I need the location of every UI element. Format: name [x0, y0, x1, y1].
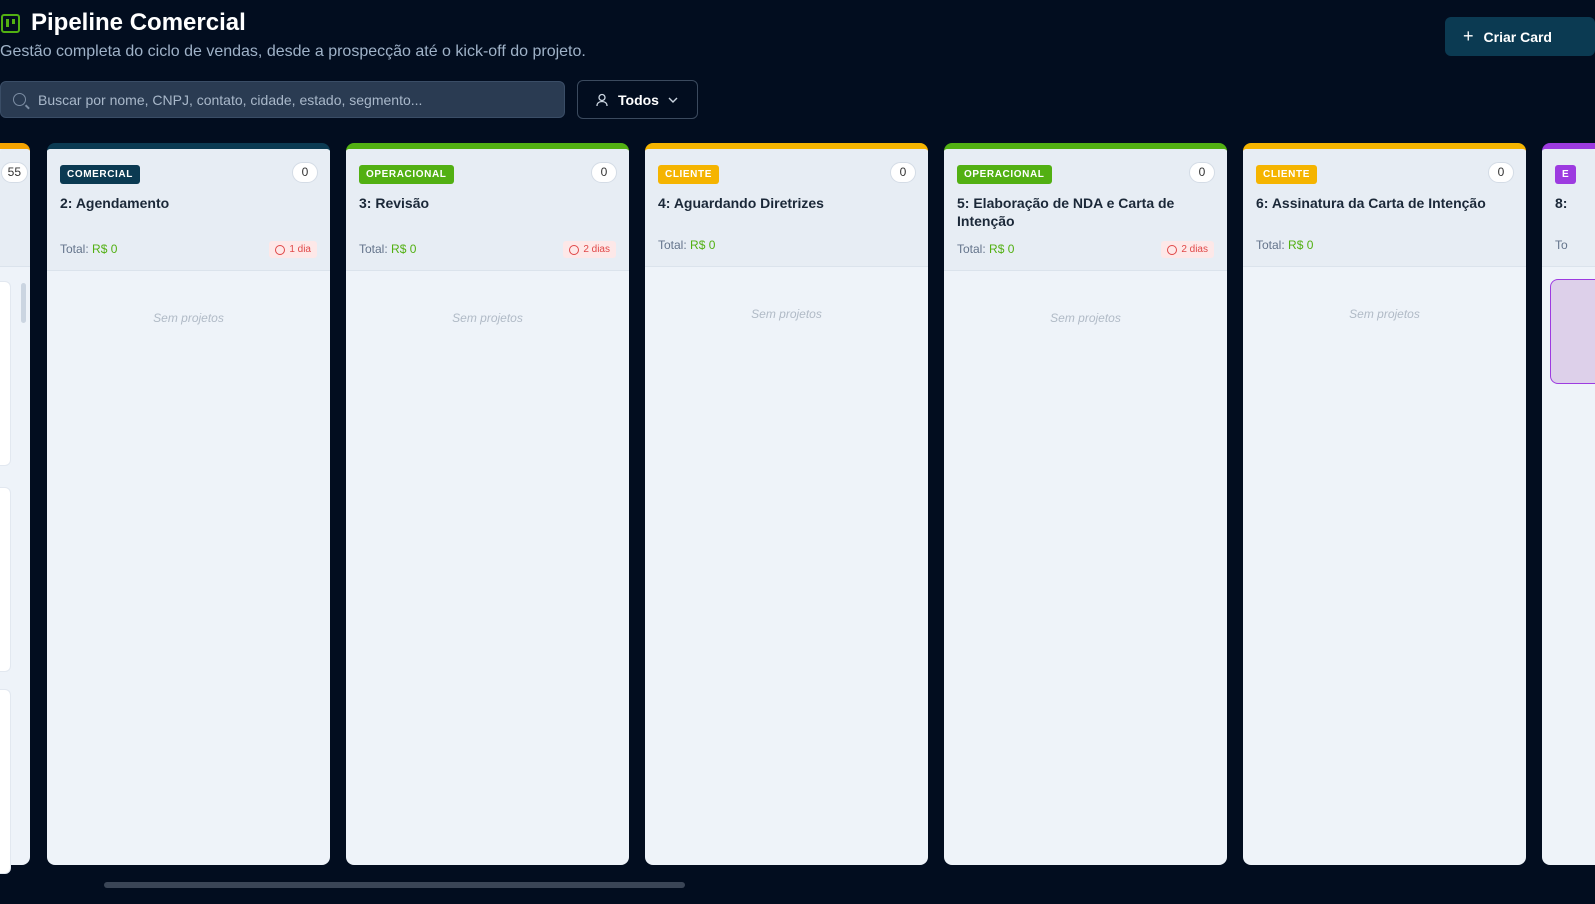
total-value: R$ 0	[92, 242, 118, 256]
column-header: COMERCIAL 0 2: Agendamento Total: R$ 0 1 dia	[47, 149, 330, 271]
clock-icon	[1167, 244, 1178, 255]
age-badge: 2 dias	[1161, 241, 1214, 258]
empty-state: Sem projetos	[751, 307, 822, 321]
total-value: R$ 0	[1288, 238, 1314, 252]
user-filter-dropdown[interactable]: Todos	[577, 80, 698, 119]
total-value: R$ 0	[690, 238, 716, 252]
pipeline-column: OPERACIONAL 0 3: Revisão Total: R$ 0 2 dias S…	[346, 143, 629, 865]
age-text: 2 dias	[583, 244, 610, 255]
category-badge: OPERACIONAL	[957, 165, 1052, 184]
search-input[interactable]	[38, 91, 538, 108]
column-title: 2: Agendamento	[60, 195, 170, 211]
column-header: OPERACIONAL 0 5: Elaboração de NDA e Carta…	[944, 149, 1227, 271]
pipeline-column: COMERCIAL 0 2: Agendamento Total: R$ 0 1 dia…	[47, 143, 330, 865]
total-value: R$ 0	[391, 242, 417, 256]
column-title: 6: Assinatura da Carta de Intenção	[1256, 195, 1486, 211]
plus-icon: +	[1463, 26, 1474, 46]
category-badge: CLIENTE	[658, 165, 719, 184]
category-badge: CLIENTE	[1256, 165, 1317, 184]
total-label: To	[1555, 238, 1568, 252]
page-subtitle: Gestão completa do ciclo de vendas, desd…	[0, 43, 586, 60]
page-title: Pipeline Comercial	[31, 9, 246, 36]
card-count: 0	[591, 162, 617, 183]
category-badge: OPERACIONAL	[359, 165, 454, 184]
total-label: Total:	[1256, 238, 1285, 252]
total-label: Total:	[957, 242, 986, 256]
clock-icon	[569, 244, 580, 255]
pipeline-column: CLIENTE 0 6: Assinatura da Carta de Intenç…	[1243, 143, 1526, 865]
total-label: Total:	[60, 242, 89, 256]
horizontal-scrollbar[interactable]	[104, 882, 685, 888]
column-total: Total: R$ 0	[1256, 238, 1313, 252]
column-header: CLIENTE 0 6: Assinatura da Carta de Intenç…	[1243, 149, 1526, 267]
column-title: 3: Revisão	[359, 195, 430, 211]
empty-state: Sem projetos	[452, 311, 523, 325]
total-label: Total:	[658, 238, 687, 252]
column-total: Total: R$ 0	[359, 242, 416, 256]
column-header: CLIENTE 0 4: Aguardando Diretrizes Total: R…	[645, 149, 928, 267]
create-card-button[interactable]: + Criar Card	[1445, 17, 1595, 56]
column-total: Total: R$ 0	[60, 242, 117, 256]
column-title: 5: Elaboração de NDA e Carta de Intenção	[957, 195, 1175, 229]
card-count: 0	[1488, 162, 1514, 183]
card-count: 0	[890, 162, 916, 183]
age-badge: 2 dias	[563, 241, 616, 258]
filter-value: Todos	[618, 91, 659, 108]
create-card-label: Criar Card	[1483, 28, 1552, 45]
column-header: OPERACIONAL 0 3: Revisão Total: R$ 0 2 dias	[346, 149, 629, 271]
column-title: 4: Aguardando Diretrizes	[658, 195, 824, 211]
chevron-down-icon	[668, 97, 678, 103]
clock-icon	[275, 244, 286, 255]
column-total: Total: R$ 0	[658, 238, 715, 252]
card-count: 0	[292, 162, 318, 183]
category-badge: COMERCIAL	[60, 165, 140, 184]
total-label: Total:	[359, 242, 388, 256]
project-card[interactable]	[1550, 279, 1595, 384]
column-title: 8:	[1555, 195, 1568, 211]
column-total: To	[1555, 238, 1568, 252]
pipeline-column: E 8: To	[1542, 143, 1595, 865]
empty-state: Sem projetos	[1050, 311, 1121, 325]
card-count: 55	[0, 162, 28, 183]
column-scrollbar[interactable]	[21, 283, 26, 323]
kanban-icon	[1, 14, 20, 33]
column-total: Total: R$ 0	[957, 242, 1014, 256]
search-icon	[13, 93, 26, 106]
project-card[interactable]	[0, 689, 11, 874]
column-header: E 8: To	[1542, 149, 1595, 267]
age-badge: 1 dia	[269, 241, 317, 258]
pipeline-column: 55	[0, 143, 30, 874]
project-card[interactable]	[0, 487, 11, 672]
pipeline-column: OPERACIONAL 0 5: Elaboração de NDA e Carta…	[944, 143, 1227, 865]
card-count: 0	[1189, 162, 1215, 183]
search-field[interactable]	[0, 81, 565, 118]
age-text: 1 dia	[289, 244, 311, 255]
project-card[interactable]	[0, 281, 11, 466]
age-text: 2 dias	[1181, 244, 1208, 255]
category-badge: E	[1555, 165, 1577, 184]
user-icon	[596, 93, 608, 106]
column-header: 55	[0, 149, 30, 267]
empty-state: Sem projetos	[1349, 307, 1420, 321]
pipeline-column: CLIENTE 0 4: Aguardando Diretrizes Total: R…	[645, 143, 928, 865]
empty-state: Sem projetos	[153, 311, 224, 325]
total-value: R$ 0	[989, 242, 1015, 256]
